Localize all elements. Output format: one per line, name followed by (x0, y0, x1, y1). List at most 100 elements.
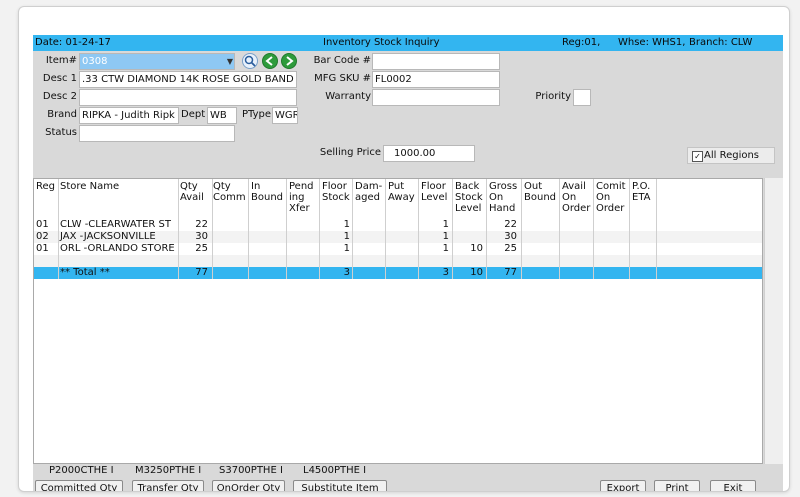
table-row[interactable]: 02 JAX -JACKSONVILLE 30 1 1 30 (34, 231, 762, 243)
grid-column-divider (452, 179, 453, 279)
all-regions-label: All Regions (704, 150, 760, 161)
grid-column-divider (58, 179, 59, 279)
chevron-down-icon[interactable]: ▼ (227, 54, 233, 69)
column-header[interactable]: Floor Stock (322, 181, 354, 203)
brand-label: Brand (47, 109, 77, 120)
whse-label: Whse: WHS1, (618, 37, 686, 48)
all-regions-checkbox[interactable]: ✓ All Regions (687, 147, 775, 164)
transfer-qty-button[interactable]: Transfer Qty (132, 480, 204, 491)
table-cell: 1 (343, 231, 350, 242)
arrow-left-icon[interactable] (262, 53, 278, 69)
table-cell: 10 (470, 243, 483, 254)
dept-label: Dept (181, 109, 206, 120)
column-header[interactable]: Qty Avail (180, 181, 212, 203)
dept-input[interactable]: WB (207, 107, 237, 124)
table-row-total[interactable]: ** Total ** 77 3 3 10 77 (34, 267, 762, 279)
grid-column-divider (178, 179, 179, 279)
selling-price-input[interactable]: 1000.00 (383, 145, 475, 162)
status-input[interactable] (79, 125, 235, 142)
table-cell: 25 (195, 243, 208, 254)
table-cell: 3 (343, 267, 350, 278)
table-cell: 30 (195, 231, 208, 242)
table-cell: 02 (36, 231, 49, 242)
table-row[interactable]: 01 CLW -CLEARWATER ST 22 1 1 22 (34, 219, 762, 231)
price-code: P2000CTHE I (49, 465, 114, 476)
grid-column-divider (352, 179, 353, 279)
table-cell: 1 (343, 219, 350, 230)
grid-column-divider (418, 179, 419, 279)
date-label: Date: 01-24-17 (35, 37, 111, 48)
column-header[interactable]: Comit On Order (596, 181, 632, 214)
table-row[interactable]: 01 ORL -ORLANDO STORE 25 1 1 10 25 (34, 243, 762, 255)
column-header[interactable]: Put Away (388, 181, 420, 203)
table-cell: 22 (504, 219, 517, 230)
desc2-label: Desc 2 (42, 91, 77, 102)
column-header[interactable]: Gross On Hand (489, 181, 521, 214)
priority-input[interactable] (573, 89, 591, 106)
exit-button[interactable]: Exit (710, 480, 756, 491)
window-card: Date: 01-24-17 Inventory Stock Inquiry R… (18, 6, 790, 492)
barcode-input[interactable] (372, 53, 500, 70)
status-label: Status (45, 127, 77, 138)
item-value: 0308 (82, 56, 108, 67)
grid-column-divider (248, 179, 249, 279)
grid-column-divider (559, 179, 560, 279)
price-code: M3250PTHE I (135, 465, 202, 476)
table-cell: ** Total ** (60, 267, 110, 278)
stock-grid: Reg Store Name Qty Avail Qty Comm In Bound Pe… (33, 178, 763, 464)
search-icon[interactable] (242, 53, 258, 69)
table-cell: JAX -JACKSONVILLE (60, 231, 156, 242)
priority-label: Priority (535, 91, 571, 102)
table-cell: 77 (504, 267, 517, 278)
branch-label: Branch: CLW (689, 37, 753, 48)
desc1-label: Desc 1 (42, 73, 77, 84)
grid-column-divider (385, 179, 386, 279)
grid-column-divider (656, 179, 657, 279)
grid-column-divider (212, 179, 213, 279)
arrow-right-icon[interactable] (281, 53, 297, 69)
screen-title: Inventory Stock Inquiry (323, 37, 440, 48)
grid-scrollbar[interactable] (764, 178, 783, 464)
committed-qty-button[interactable]: Committed Qty (35, 480, 123, 491)
desc1-input[interactable]: .33 CTW DIAMOND 14K ROSE GOLD BAND (79, 71, 297, 88)
grid-column-divider (521, 179, 522, 279)
column-header[interactable]: Pend ing Xfer (289, 181, 323, 214)
table-cell: 01 (36, 219, 49, 230)
column-header[interactable]: Qty Comm (213, 181, 251, 203)
table-cell: 01 (36, 243, 49, 254)
inventory-app: Date: 01-24-17 Inventory Stock Inquiry R… (33, 35, 783, 491)
brand-input[interactable]: RIPKA - Judith Ripk (79, 107, 179, 124)
column-header[interactable]: Out Bound (524, 181, 562, 203)
table-cell: 25 (504, 243, 517, 254)
column-header[interactable]: Store Name (60, 181, 182, 192)
table-cell: 1 (343, 243, 350, 254)
item-input[interactable]: 0308 ▼ (79, 53, 235, 70)
warranty-label: Warranty (325, 91, 371, 102)
column-header[interactable]: Dam- aged (355, 181, 387, 203)
table-row-empty[interactable] (34, 255, 762, 267)
grid-column-divider (486, 179, 487, 279)
selling-price-label: Selling Price (319, 147, 381, 158)
ptype-input[interactable]: WGR (272, 107, 298, 124)
item-form: Item# 0308 ▼ Desc 1 .33 CTW DIAMOND 14K … (33, 51, 783, 178)
column-header[interactable]: In Bound (251, 181, 289, 203)
grid-column-divider (286, 179, 287, 279)
table-cell: 3 (442, 267, 449, 278)
print-button[interactable]: Print (654, 480, 700, 491)
column-header[interactable]: Back Stock Level (455, 181, 487, 214)
column-header[interactable]: Floor Level (421, 181, 453, 203)
table-cell: 1 (442, 243, 449, 254)
mfgsku-label: MFG SKU # (314, 73, 371, 84)
warranty-input[interactable] (372, 89, 500, 106)
mfgsku-input[interactable]: FL0002 (372, 71, 500, 88)
export-button[interactable]: Export (600, 480, 646, 491)
grid-header: Reg Store Name Qty Avail Qty Comm In Bound Pe… (34, 179, 762, 219)
table-cell: 1 (442, 219, 449, 230)
table-cell: 10 (470, 267, 483, 278)
price-codes: P2000CTHE I M3250PTHE I S3700PTHE I L450… (33, 465, 783, 477)
column-header[interactable]: Avail On Order (562, 181, 596, 214)
substitute-item-button[interactable]: Substitute Item (293, 480, 387, 491)
price-code: S3700PTHE I (219, 465, 283, 476)
onorder-qty-button[interactable]: OnOrder Qty (212, 480, 285, 491)
desc2-input[interactable] (79, 89, 297, 106)
